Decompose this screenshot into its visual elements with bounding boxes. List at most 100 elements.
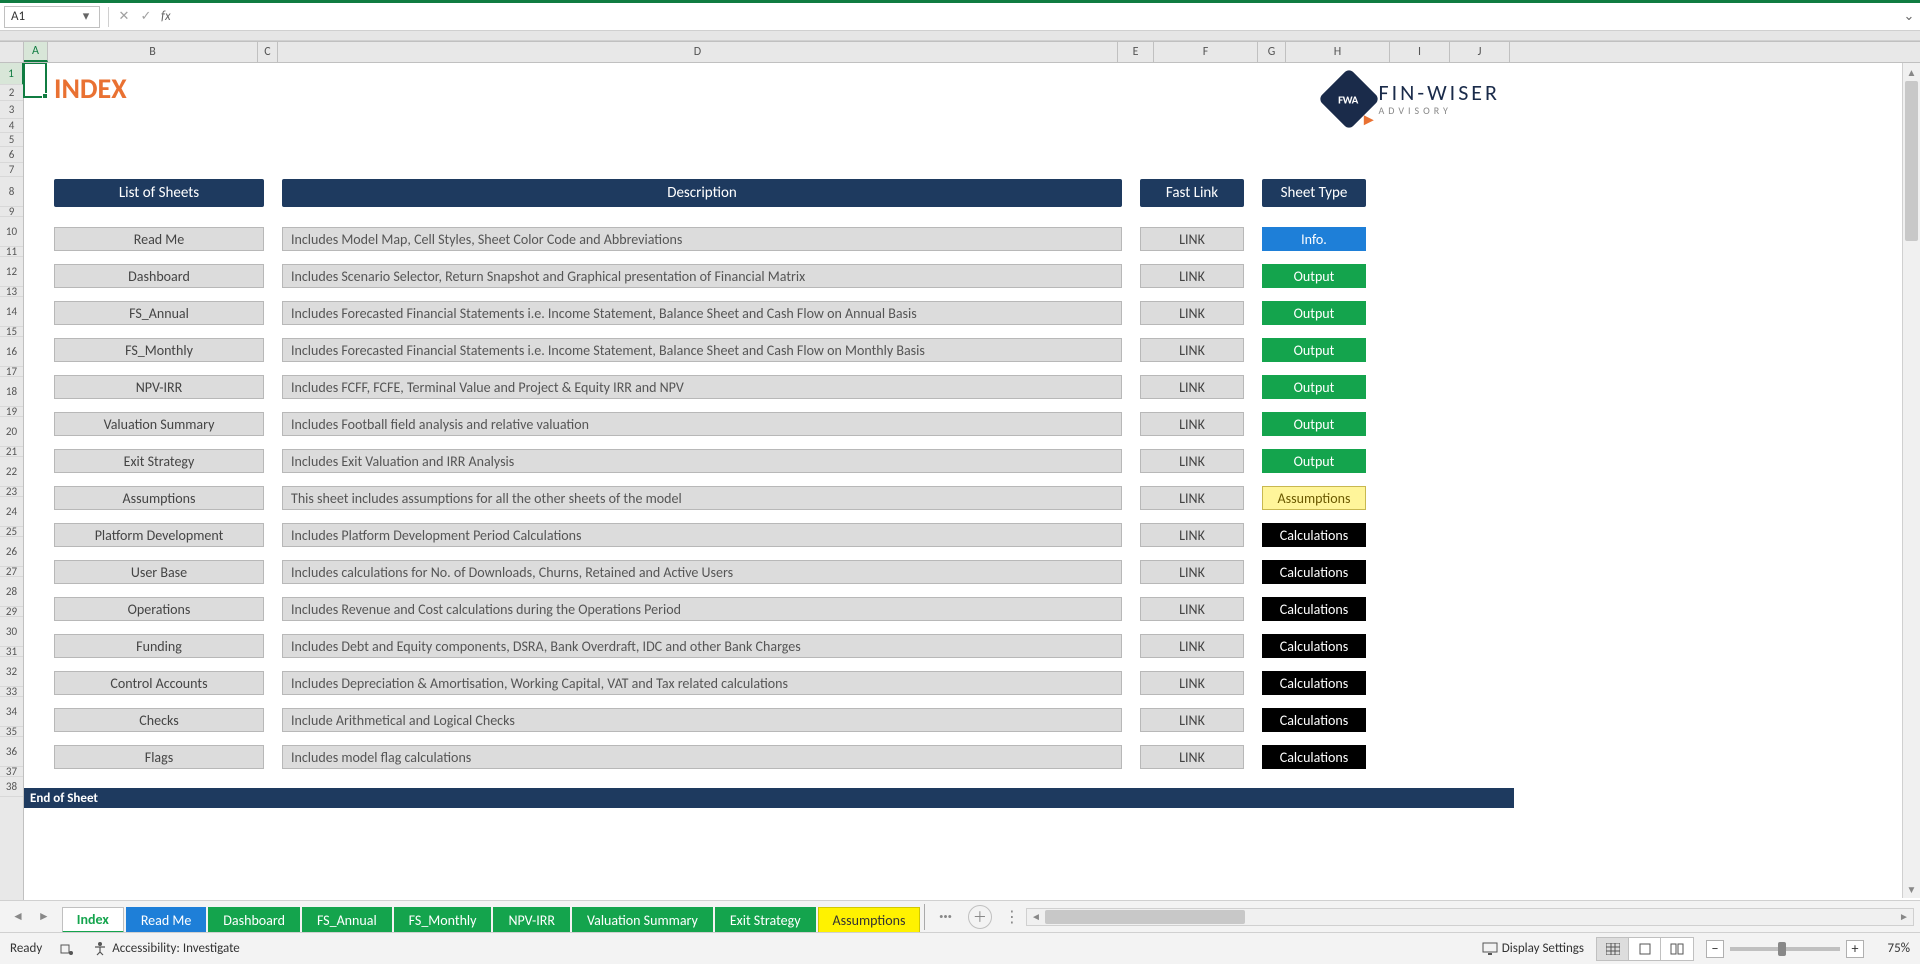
row-header-22[interactable]: 22 <box>0 457 23 487</box>
row-header-5[interactable]: 5 <box>0 133 23 147</box>
row-header-21[interactable]: 21 <box>0 447 23 457</box>
col-header-A[interactable]: A <box>24 42 48 62</box>
fast-link-cell[interactable]: LINK <box>1140 264 1244 288</box>
sheet-tab-index[interactable]: Index <box>62 907 124 933</box>
accessibility-status[interactable]: Accessibility: Investigate <box>92 941 240 957</box>
cancel-icon[interactable]: ✕ <box>113 6 135 28</box>
row-header-1[interactable]: 1 <box>0 63 24 85</box>
sheet-tab-exit-strategy[interactable]: Exit Strategy <box>715 907 816 933</box>
fast-link-cell[interactable]: LINK <box>1140 634 1244 658</box>
row-header-36[interactable]: 36 <box>0 737 23 767</box>
row-header-18[interactable]: 18 <box>0 377 23 407</box>
sheet-tab-dashboard[interactable]: Dashboard <box>208 907 300 933</box>
row-header-31[interactable]: 31 <box>0 647 23 657</box>
sheet-tab-assumptions[interactable]: Assumptions <box>818 907 921 933</box>
row-header-23[interactable]: 23 <box>0 487 23 497</box>
row-header-33[interactable]: 33 <box>0 687 23 697</box>
col-header-B[interactable]: B <box>48 42 258 62</box>
normal-view-button[interactable] <box>1597 938 1629 960</box>
tab-options-icon[interactable]: ⋮ <box>1004 907 1020 927</box>
formula-input[interactable] <box>171 6 1898 28</box>
row-header-29[interactable]: 29 <box>0 607 23 617</box>
row-header-20[interactable]: 20 <box>0 417 23 447</box>
row-header-14[interactable]: 14 <box>0 297 23 327</box>
fast-link-cell[interactable]: LINK <box>1140 486 1244 510</box>
fast-link-cell[interactable]: LINK <box>1140 227 1244 251</box>
tabs-more-icon[interactable]: ··· <box>924 904 961 930</box>
hscroll-thumb[interactable] <box>1045 910 1245 924</box>
row-header-37[interactable]: 37 <box>0 767 23 777</box>
zoom-out-button[interactable]: − <box>1706 940 1724 958</box>
zoom-slider-thumb[interactable] <box>1778 942 1786 956</box>
vscroll-thumb[interactable] <box>1905 81 1918 241</box>
row-header-16[interactable]: 16 <box>0 337 23 367</box>
col-header-D[interactable]: D <box>278 42 1118 62</box>
row-header-32[interactable]: 32 <box>0 657 23 687</box>
scroll-up-icon[interactable]: ▲ <box>1903 63 1920 81</box>
col-header-F[interactable]: F <box>1154 42 1258 62</box>
fast-link-cell[interactable]: LINK <box>1140 375 1244 399</box>
formula-expand-icon[interactable]: ⌄ <box>1898 9 1920 24</box>
tab-next-icon[interactable]: ► <box>34 907 54 926</box>
row-header-3[interactable]: 3 <box>0 101 23 119</box>
sheet-tab-fs-monthly[interactable]: FS_Monthly <box>394 907 492 933</box>
row-header-2[interactable]: 2 <box>0 85 23 101</box>
row-header-35[interactable]: 35 <box>0 727 23 737</box>
fast-link-cell[interactable]: LINK <box>1140 301 1244 325</box>
add-sheet-button[interactable]: ＋ <box>968 905 992 929</box>
hscroll-right-icon[interactable]: ► <box>1895 910 1913 923</box>
col-header-J[interactable]: J <box>1450 42 1510 62</box>
row-header-8[interactable]: 8 <box>0 177 23 207</box>
row-header-26[interactable]: 26 <box>0 537 23 567</box>
row-header-10[interactable]: 10 <box>0 217 23 247</box>
fill-handle[interactable] <box>42 93 48 99</box>
hscroll-left-icon[interactable]: ◄ <box>1027 910 1045 923</box>
fast-link-cell[interactable]: LINK <box>1140 708 1244 732</box>
fast-link-cell[interactable]: LINK <box>1140 523 1244 547</box>
row-header-25[interactable]: 25 <box>0 527 23 537</box>
row-header-4[interactable]: 4 <box>0 119 23 133</box>
fx-icon[interactable]: fx <box>161 9 171 24</box>
fast-link-cell[interactable]: LINK <box>1140 560 1244 584</box>
row-header-28[interactable]: 28 <box>0 577 23 607</box>
page-break-view-button[interactable] <box>1661 938 1693 960</box>
horizontal-scrollbar[interactable]: ◄ ► <box>1026 908 1914 926</box>
col-header-E[interactable]: E <box>1118 42 1154 62</box>
row-header-11[interactable]: 11 <box>0 247 23 257</box>
col-header-I[interactable]: I <box>1390 42 1450 62</box>
row-header-27[interactable]: 27 <box>0 567 23 577</box>
cells-area[interactable]: INDEX FIN-WISER ADVISORY List of Sheets … <box>24 63 1920 932</box>
row-header-9[interactable]: 9 <box>0 207 23 217</box>
tab-first-icon[interactable]: ◄ <box>8 907 28 926</box>
sheet-tab-fs-annual[interactable]: FS_Annual <box>302 907 392 933</box>
row-header-13[interactable]: 13 <box>0 287 23 297</box>
row-header-30[interactable]: 30 <box>0 617 23 647</box>
name-box-dropdown-icon[interactable]: ▾ <box>79 9 93 24</box>
fast-link-cell[interactable]: LINK <box>1140 745 1244 769</box>
vertical-scrollbar[interactable]: ▲ ▼ <box>1902 63 1920 898</box>
scroll-down-icon[interactable]: ▼ <box>1903 880 1920 898</box>
sheet-tab-npv-irr[interactable]: NPV-IRR <box>493 907 569 933</box>
row-header-7[interactable]: 7 <box>0 163 23 177</box>
page-layout-view-button[interactable] <box>1629 938 1661 960</box>
display-settings-button[interactable]: Display Settings <box>1482 941 1584 956</box>
row-header-17[interactable]: 17 <box>0 367 23 377</box>
fast-link-cell[interactable]: LINK <box>1140 449 1244 473</box>
fast-link-cell[interactable]: LINK <box>1140 671 1244 695</box>
row-header-34[interactable]: 34 <box>0 697 23 727</box>
row-header-12[interactable]: 12 <box>0 257 23 287</box>
name-box[interactable]: A1 ▾ <box>4 6 100 28</box>
fast-link-cell[interactable]: LINK <box>1140 412 1244 436</box>
zoom-value[interactable]: 75% <box>1870 941 1910 956</box>
row-header-19[interactable]: 19 <box>0 407 23 417</box>
col-header-G[interactable]: G <box>1258 42 1286 62</box>
zoom-in-button[interactable]: + <box>1846 940 1864 958</box>
row-header-38[interactable]: 38 <box>0 777 23 797</box>
fast-link-cell[interactable]: LINK <box>1140 597 1244 621</box>
enter-icon[interactable]: ✓ <box>135 6 157 28</box>
col-header-C[interactable]: C <box>258 42 278 62</box>
sheet-tab-read-me[interactable]: Read Me <box>126 907 206 933</box>
row-header-15[interactable]: 15 <box>0 327 23 337</box>
sheet-tab-valuation-summary[interactable]: Valuation Summary <box>572 907 713 933</box>
zoom-slider[interactable] <box>1730 947 1840 951</box>
